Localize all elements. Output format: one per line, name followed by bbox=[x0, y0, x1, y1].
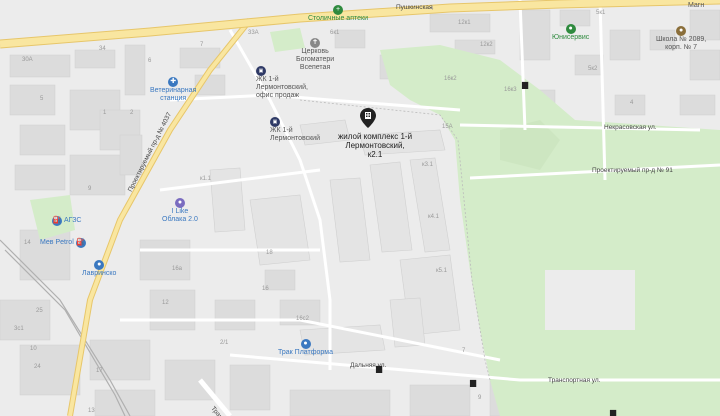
house-number: 6 bbox=[148, 58, 152, 64]
poi-label: АГЗС bbox=[63, 217, 82, 224]
house-number: 16к3 bbox=[504, 87, 517, 93]
poi-label: Облака 2.0 bbox=[162, 216, 198, 223]
poi-label: Столичные аптеки bbox=[308, 15, 368, 22]
poi-lavrinsko[interactable]: ● Лавринско bbox=[82, 260, 116, 278]
house-number: 5 bbox=[40, 96, 44, 102]
residential-complex-icon: ▣ bbox=[270, 117, 280, 127]
house-number: 34 bbox=[99, 46, 106, 52]
house-number: к4.1 bbox=[428, 214, 439, 220]
street-label-pushkinskaya: Пушкинская bbox=[396, 4, 433, 11]
house-number: 2 bbox=[130, 110, 134, 116]
poi-yunservis[interactable]: ● Юнисервис bbox=[552, 24, 589, 42]
house-number: 12 bbox=[162, 300, 169, 306]
poi-stolichnye-apteki[interactable]: + Столичные аптеки bbox=[308, 5, 368, 23]
house-number: 6к1 bbox=[330, 30, 340, 36]
poi-trak-platforma[interactable]: ● Трак Платформа bbox=[278, 339, 333, 357]
house-number: 16с2 bbox=[296, 316, 310, 322]
poi-label: Магн bbox=[688, 2, 705, 9]
target-label-line3: к2.1 bbox=[367, 150, 383, 159]
poi-label: ЖК 1-й bbox=[256, 76, 279, 83]
house-number: к3.1 bbox=[422, 162, 433, 168]
bus-stop-icon[interactable]: ▆ bbox=[470, 378, 476, 387]
shop-icon: ● bbox=[94, 260, 105, 270]
target-label-line2: Лермонтовский, bbox=[345, 141, 405, 150]
poi-ilike[interactable]: ● I Like Облака 2.0 bbox=[162, 198, 198, 224]
house-number: 16к2 bbox=[444, 76, 457, 82]
poi-label: корп. № 7 bbox=[665, 44, 698, 51]
service-icon: ● bbox=[565, 24, 576, 34]
house-number: 14 bbox=[24, 240, 31, 246]
poi-label: Ветеринарная bbox=[150, 87, 197, 94]
location-pin-icon[interactable] bbox=[360, 108, 376, 128]
vet-icon: ✚ bbox=[168, 77, 179, 87]
pharmacy-icon: + bbox=[332, 5, 343, 15]
target-address-label[interactable]: жилой комплекс 1-й Лермонтовский, к2.1 bbox=[330, 132, 420, 159]
bus-stop-icon[interactable]: ▆ bbox=[522, 80, 528, 89]
entertainment-icon: ● bbox=[174, 198, 185, 208]
house-number: 5к2 bbox=[588, 66, 598, 72]
residential-complex-icon: ▣ bbox=[256, 66, 266, 76]
poi-label: Богоматери bbox=[296, 56, 335, 63]
house-number: 10 bbox=[30, 346, 37, 352]
house-number: 16а bbox=[172, 266, 183, 272]
poi-label: офис продаж bbox=[256, 92, 300, 99]
street-label-proezd-91: Проектируемый пр-д № 91 bbox=[592, 167, 673, 174]
house-number: 4 bbox=[430, 6, 434, 12]
house-number: 17 bbox=[96, 368, 103, 374]
house-number: 24 bbox=[34, 364, 41, 370]
car-service-icon: ● bbox=[300, 339, 311, 349]
bus-stop-icon[interactable]: ▆ bbox=[376, 364, 382, 373]
house-number: 25 bbox=[36, 308, 43, 314]
poi-jk[interactable]: ▣ ЖК 1-й Лермонтовский bbox=[270, 117, 320, 143]
house-number: 5к1 bbox=[596, 10, 606, 16]
house-number: 30А bbox=[22, 57, 33, 63]
house-number: 7 bbox=[200, 42, 204, 48]
house-number: 1 bbox=[103, 110, 107, 116]
poi-label: Лавринско bbox=[82, 270, 117, 277]
poi-magn[interactable]: Магн bbox=[688, 2, 704, 10]
church-icon: ✝ bbox=[310, 38, 321, 48]
house-number: 2/1 bbox=[220, 340, 229, 346]
poi-mew-petrol[interactable]: Мев Petrol ⛽ bbox=[40, 238, 86, 248]
street-label-nekrasovskaya: Некрасовская ул. bbox=[604, 124, 657, 131]
house-number: 15А bbox=[442, 124, 453, 130]
school-icon: ● bbox=[676, 26, 687, 36]
house-number: 18 bbox=[266, 250, 273, 256]
poi-label: станция bbox=[160, 95, 187, 102]
poi-label: Лермонтовский bbox=[270, 135, 320, 142]
poi-label: I Like bbox=[171, 208, 189, 215]
house-number: 4 bbox=[630, 100, 634, 106]
house-number: 12к2 bbox=[480, 42, 493, 48]
map-canvas[interactable]: Проектируемый пр-д № 4037 Проектируемый … bbox=[0, 0, 720, 416]
poi-vet-station[interactable]: ✚ Ветеринарная станция bbox=[150, 77, 196, 103]
house-number: 13 bbox=[88, 408, 95, 414]
poi-label: Трак Платформа bbox=[278, 349, 333, 356]
house-number: 9 bbox=[478, 395, 482, 401]
poi-label: Школа № 2089, bbox=[656, 36, 707, 43]
house-number: к1.1 bbox=[200, 176, 211, 182]
target-label-line1: жилой комплекс 1-й bbox=[337, 132, 413, 141]
house-number: 3с1 bbox=[14, 326, 24, 332]
poi-label: ЖК 1-й bbox=[270, 127, 293, 134]
street-label-transportnaya: Транспортная ул. bbox=[548, 377, 601, 384]
house-number: 33А bbox=[248, 30, 259, 36]
poi-label: Юнисервис bbox=[552, 34, 590, 41]
gas-station-icon: ⛽ bbox=[75, 238, 86, 248]
poi-jk-office[interactable]: ▣ ЖК 1-й Лермонтовский, офис продаж bbox=[256, 66, 308, 100]
bus-stop-icon[interactable]: ▆ bbox=[610, 408, 616, 416]
poi-school-2089[interactable]: ● Школа № 2089, корп. № 7 bbox=[656, 26, 706, 52]
house-number: 9 bbox=[88, 186, 92, 192]
poi-ags[interactable]: ⛽ АГЗС bbox=[52, 216, 81, 226]
gas-station-icon: ⛽ bbox=[52, 216, 62, 226]
house-number: 12к1 bbox=[458, 20, 471, 26]
poi-label: Лермонтовский, bbox=[256, 84, 308, 91]
poi-label: Мев Petrol bbox=[40, 239, 74, 246]
house-number: 16 bbox=[262, 286, 269, 292]
map-base-layer bbox=[0, 0, 720, 416]
poi-label: Церковь bbox=[301, 48, 329, 55]
house-number: 7 bbox=[462, 348, 466, 354]
house-number: к5.1 bbox=[436, 268, 447, 274]
